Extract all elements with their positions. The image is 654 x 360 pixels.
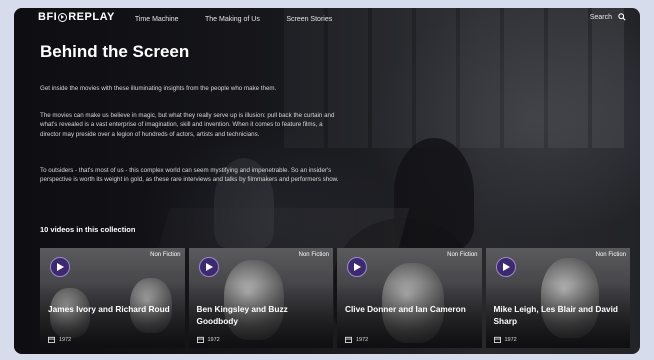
genre-badge: Non Fiction bbox=[298, 252, 329, 258]
play-icon bbox=[205, 263, 213, 271]
search-button[interactable]: Search bbox=[590, 13, 626, 21]
logo-replay-text: REPLAY bbox=[68, 11, 115, 23]
nav-time-machine[interactable]: Time Machine bbox=[135, 16, 179, 23]
video-year: 1972 bbox=[493, 336, 517, 343]
video-year-text: 1972 bbox=[504, 336, 517, 343]
video-title: Ben Kingsley and Buzz Goodbody bbox=[196, 304, 288, 326]
top-navigation: BFI REPLAY Time Machine The Making of Us… bbox=[14, 8, 640, 26]
search-icon bbox=[618, 13, 626, 21]
logo-play-ring-icon bbox=[58, 12, 68, 22]
description-paragraph: The movies can make us believe in magic,… bbox=[40, 112, 335, 138]
genre-badge: Non Fiction bbox=[595, 252, 626, 258]
play-button[interactable] bbox=[198, 257, 219, 277]
video-year: 1972 bbox=[196, 336, 220, 343]
play-icon bbox=[502, 263, 510, 271]
video-card[interactable]: Non Fiction Mike Leigh, Les Blair and Da… bbox=[485, 248, 630, 348]
video-year-text: 1972 bbox=[207, 336, 220, 343]
intro-paragraph: Get inside the movies with these illumin… bbox=[40, 85, 277, 92]
video-year-text: 1972 bbox=[59, 336, 72, 343]
calendar-icon bbox=[493, 336, 501, 343]
logo-bfi-text: BFI bbox=[38, 11, 58, 23]
play-button[interactable] bbox=[495, 257, 516, 277]
calendar-icon bbox=[48, 336, 55, 343]
video-year: 1972 bbox=[345, 336, 368, 343]
play-button[interactable] bbox=[347, 257, 367, 277]
video-card[interactable]: Non Fiction Ben Kingsley and Buzz Goodbo… bbox=[188, 248, 333, 348]
video-year-text: 1972 bbox=[356, 336, 369, 343]
video-card-row: Non Fiction James Ivory and Richard Roud… bbox=[40, 248, 630, 348]
video-year: 1972 bbox=[48, 336, 71, 343]
play-button[interactable] bbox=[50, 257, 70, 277]
genre-badge: Non Fiction bbox=[150, 252, 181, 258]
video-title: James Ivory and Richard Roud bbox=[48, 304, 170, 314]
description-paragraph: To outsiders - that's most of us - this … bbox=[40, 167, 339, 184]
search-label: Search bbox=[589, 13, 612, 21]
play-icon bbox=[57, 263, 64, 271]
nav-screen-stories[interactable]: Screen Stories bbox=[286, 16, 332, 23]
main-nav: Time Machine The Making of Us Screen Sto… bbox=[135, 8, 354, 26]
calendar-icon bbox=[196, 336, 204, 343]
nav-the-making-of-us[interactable]: The Making of Us bbox=[205, 16, 260, 23]
video-card[interactable]: Non Fiction James Ivory and Richard Roud… bbox=[40, 248, 185, 348]
bfi-replay-window: BFI REPLAY Time Machine The Making of Us… bbox=[14, 8, 640, 354]
bfi-replay-logo[interactable]: BFI REPLAY bbox=[38, 11, 115, 23]
video-title: Clive Donner and Ian Cameron bbox=[345, 304, 466, 314]
video-card[interactable]: Non Fiction Clive Donner and Ian Cameron… bbox=[337, 248, 482, 348]
calendar-icon bbox=[345, 336, 352, 343]
video-title: Mike Leigh, Les Blair and David Sharp bbox=[493, 304, 619, 326]
collection-count: 10 videos in this collection bbox=[40, 225, 136, 234]
genre-badge: Non Fiction bbox=[447, 252, 478, 258]
page-title: Behind the Screen bbox=[40, 42, 190, 61]
play-icon bbox=[354, 263, 361, 271]
